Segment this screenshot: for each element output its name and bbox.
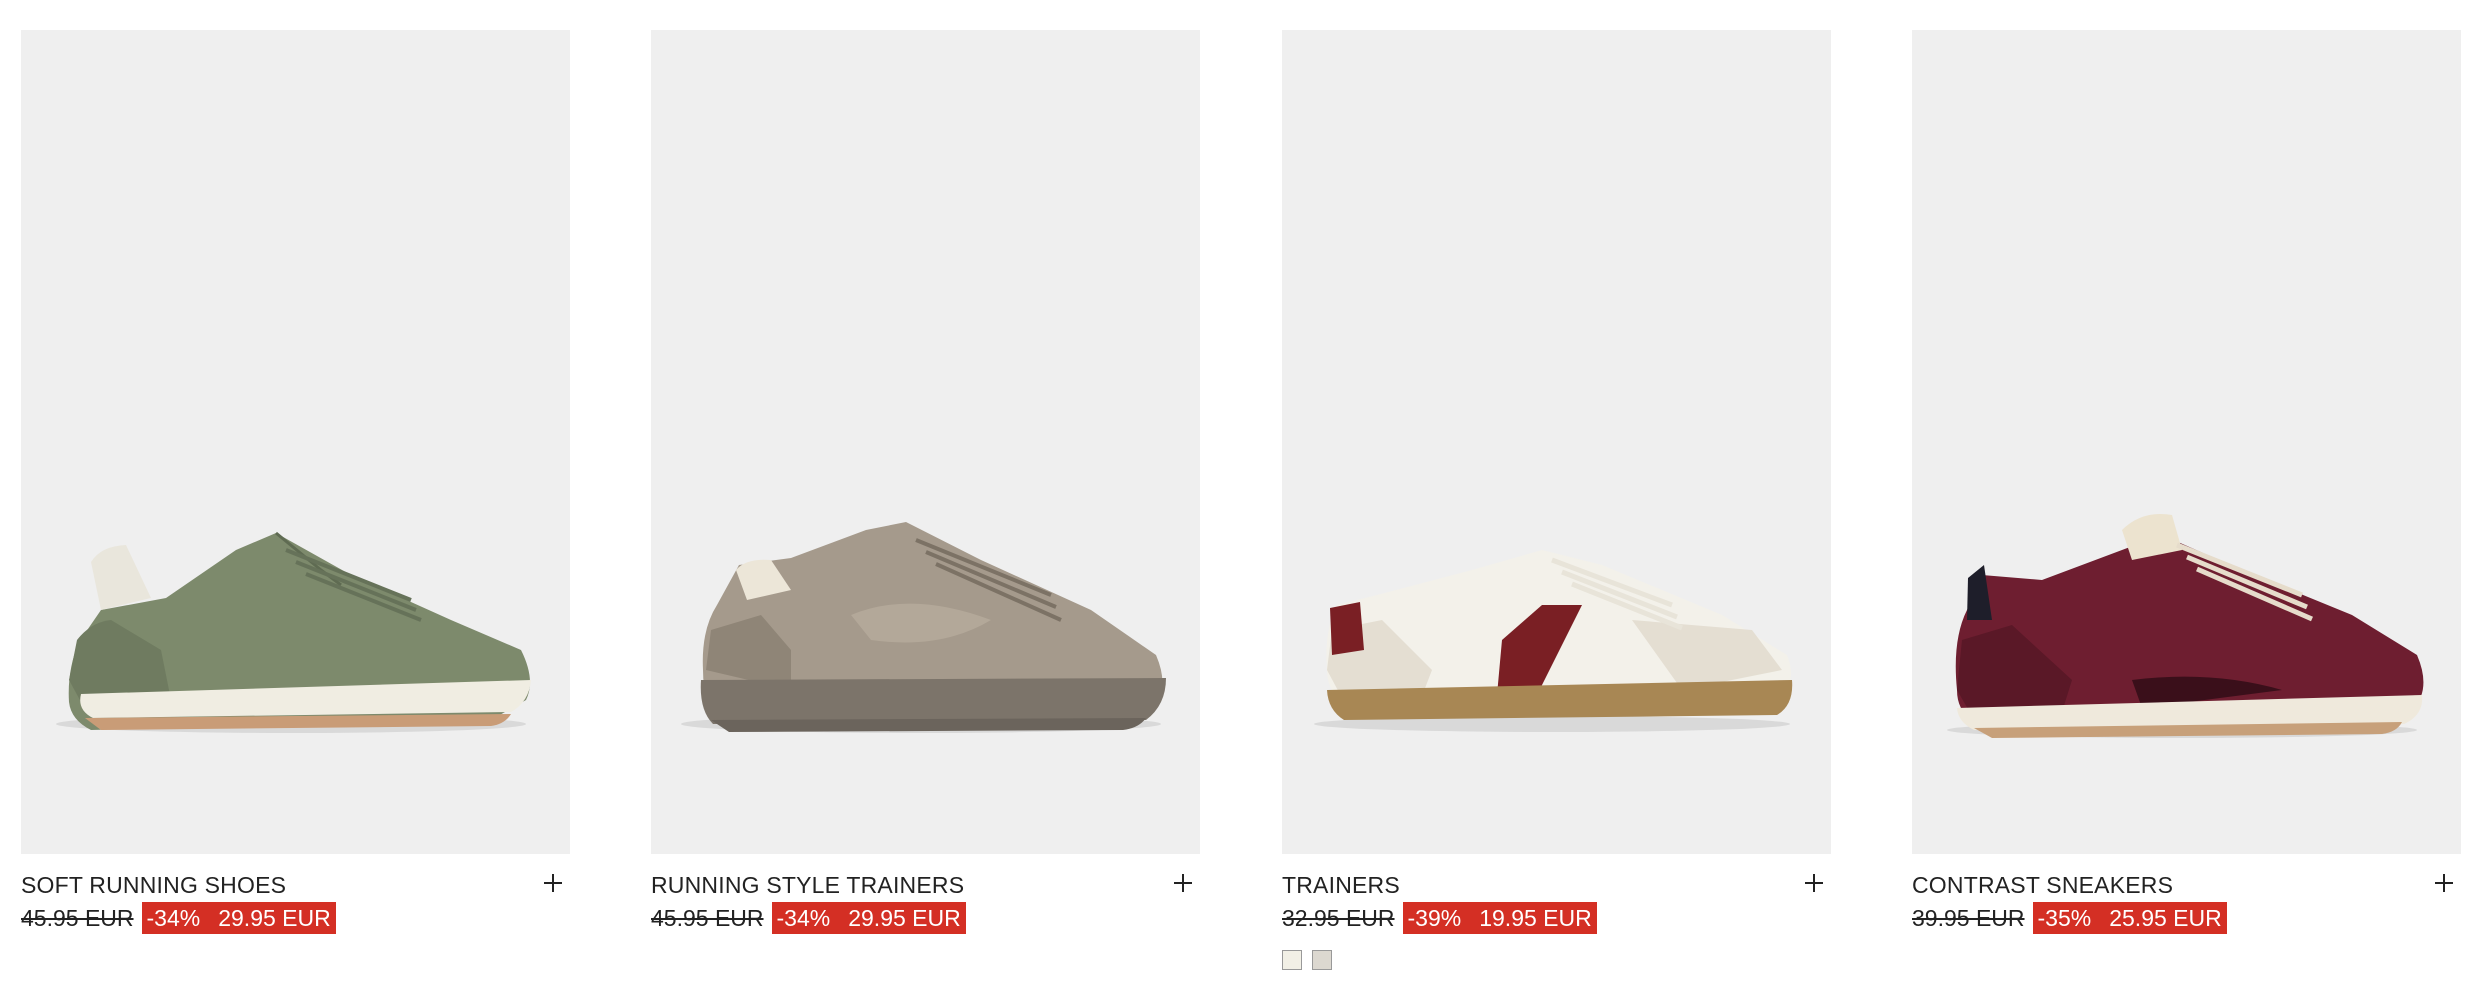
sneaker-illustration <box>56 531 531 733</box>
product-image[interactable] <box>1912 30 2461 854</box>
product-info: RUNNING STYLE TRAINERS 45.95 EUR -34% 29.… <box>651 854 1200 974</box>
product-name[interactable]: CONTRAST SNEAKERS <box>1912 872 2173 899</box>
original-price: 32.95 EUR <box>1282 904 1395 931</box>
product-info: SOFT RUNNING SHOES 45.95 EUR -34% 29.95 E… <box>21 854 570 974</box>
original-price: 39.95 EUR <box>1912 904 2025 931</box>
product-info: CONTRAST SNEAKERS 39.95 EUR -35% 25.95 EU… <box>1912 854 2461 974</box>
sale-badge: -39% 19.95 EUR <box>1402 902 1597 934</box>
price-row: 32.95 EUR -39% 19.95 EUR <box>1282 902 1597 934</box>
discount-percent: -34% <box>776 905 831 931</box>
discount-percent: -34% <box>146 905 201 931</box>
product-image[interactable] <box>1282 30 1831 854</box>
product-image[interactable] <box>651 30 1200 854</box>
price-row: 39.95 EUR -35% 25.95 EUR <box>1912 902 2227 934</box>
color-swatch-cream[interactable] <box>1282 950 1302 970</box>
price-row: 45.95 EUR -34% 29.95 EUR <box>651 902 966 934</box>
product-grid: SOFT RUNNING SHOES 45.95 EUR -34% 29.95 E… <box>0 0 2486 1002</box>
sneaker-illustration <box>1947 514 2424 738</box>
add-to-cart-plus-icon[interactable] <box>2427 866 2461 900</box>
sale-price: 19.95 EUR <box>1479 905 1592 931</box>
product-name[interactable]: SOFT RUNNING SHOES <box>21 872 286 899</box>
product-image[interactable] <box>21 30 570 854</box>
original-price: 45.95 EUR <box>651 904 764 931</box>
product-card: SOFT RUNNING SHOES 45.95 EUR -34% 29.95 E… <box>21 30 570 974</box>
sale-badge: -35% 25.95 EUR <box>2032 902 2227 934</box>
sneaker-illustration <box>1314 550 1793 732</box>
sale-price: 29.95 EUR <box>218 905 331 931</box>
add-to-cart-plus-icon[interactable] <box>1797 866 1831 900</box>
product-card: RUNNING STYLE TRAINERS 45.95 EUR -34% 29.… <box>651 30 1200 974</box>
product-card: TRAINERS 32.95 EUR -39% 19.95 EUR <box>1282 30 1831 974</box>
original-price: 45.95 EUR <box>21 904 134 931</box>
sale-badge: -34% 29.95 EUR <box>141 902 336 934</box>
sale-badge: -34% 29.95 EUR <box>771 902 966 934</box>
discount-percent: -39% <box>1407 905 1462 931</box>
add-to-cart-plus-icon[interactable] <box>536 866 570 900</box>
add-to-cart-plus-icon[interactable] <box>1166 866 1200 900</box>
price-row: 45.95 EUR -34% 29.95 EUR <box>21 902 336 934</box>
color-swatches <box>1282 950 1332 970</box>
product-card: CONTRAST SNEAKERS 39.95 EUR -35% 25.95 EU… <box>1912 30 2461 974</box>
sale-price: 29.95 EUR <box>848 905 961 931</box>
discount-percent: -35% <box>2037 905 2092 931</box>
sale-price: 25.95 EUR <box>2109 905 2222 931</box>
product-name[interactable]: RUNNING STYLE TRAINERS <box>651 872 964 899</box>
color-swatch-grey[interactable] <box>1312 950 1332 970</box>
product-info: TRAINERS 32.95 EUR -39% 19.95 EUR <box>1282 854 1831 974</box>
product-name[interactable]: TRAINERS <box>1282 872 1400 899</box>
sneaker-illustration <box>681 522 1166 733</box>
